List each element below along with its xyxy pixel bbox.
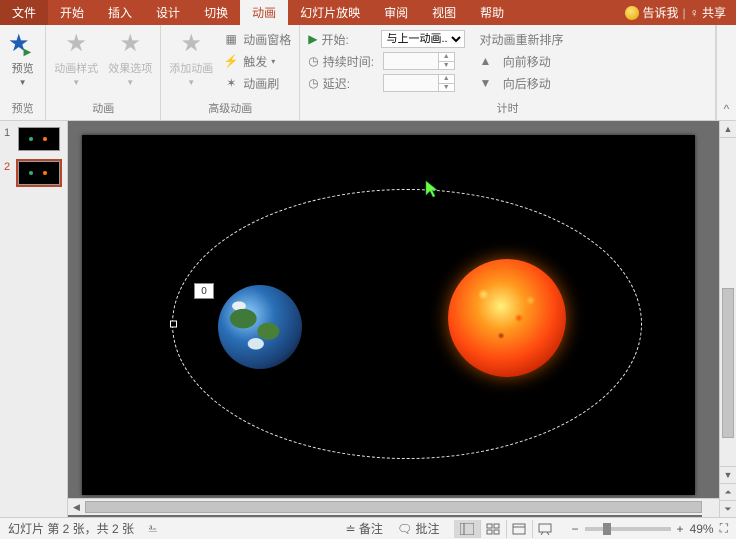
delay-spinner[interactable]: ▲▼ — [383, 74, 455, 92]
up-icon: ▲ — [479, 54, 491, 68]
group-advanced-label: 高级动画 — [208, 98, 252, 118]
effect-options-button[interactable]: ★ 效果选项 ▼ — [108, 29, 152, 87]
tab-home[interactable]: 开始 — [48, 0, 96, 25]
group-timing-label: 计时 — [497, 98, 519, 118]
play-icon: ▶ — [308, 32, 317, 46]
lightbulb-icon — [625, 6, 639, 20]
star-plus-icon: ★ — [180, 29, 202, 58]
slide-canvas[interactable]: 0 — [82, 135, 695, 495]
clock-icon: ◷ — [308, 76, 318, 90]
tab-slideshow[interactable]: 幻灯片放映 — [288, 0, 372, 25]
comments-button[interactable]: 🗨 批注 — [397, 520, 440, 537]
tab-transition[interactable]: 切换 — [192, 0, 240, 25]
star-icon: ★▶ — [8, 29, 37, 58]
tellme-input[interactable]: 告诉我 — [643, 4, 679, 21]
move-earlier-button[interactable]: ▲ 向前移动 — [479, 51, 563, 71]
next-slide-button[interactable]: ⏷ — [720, 500, 736, 517]
work-area: 1 2 0 ◀▶ ▲ ▼ ⏶ ⏷ — [0, 121, 736, 517]
animation-tag[interactable]: 0 — [194, 283, 214, 299]
star-icon: ★ — [119, 29, 141, 58]
tab-review[interactable]: 审阅 — [372, 0, 420, 25]
horizontal-scrollbar[interactable]: ◀▶ — [68, 498, 719, 515]
duration-spinner[interactable]: ▲▼ — [383, 52, 455, 70]
animation-painter-button[interactable]: ✶动画刷 — [223, 73, 291, 93]
zoom-in-button[interactable]: + — [677, 522, 684, 536]
tab-help[interactable]: 帮助 — [468, 0, 516, 25]
move-later-button[interactable]: ▼ 向后移动 — [479, 73, 563, 93]
chevron-down-icon: ▼ — [72, 78, 80, 87]
trigger-button[interactable]: ⚡触发 ▾ — [223, 51, 291, 71]
duration-label: 持续时间: — [323, 53, 379, 70]
down-icon: ▼ — [479, 76, 491, 90]
ribbon: ★▶ 预览 ▼ 预览 ★ 动画样式 ▼ ★ 效果选项 ▼ 动画 ★ 添加 — [0, 25, 736, 121]
chevron-down-icon: ▼ — [126, 78, 134, 87]
slide-canvas-wrap: 0 ◀▶ — [68, 121, 719, 517]
zoom-value[interactable]: 49% — [690, 522, 714, 536]
slide-position-label: 幻灯片 第 2 张，共 2 张 — [8, 520, 134, 537]
sun-image[interactable] — [448, 259, 566, 377]
thumbnail-panel: 1 2 — [0, 121, 68, 517]
notes-button[interactable]: ≐ 备注 — [346, 520, 383, 537]
tab-view[interactable]: 视图 — [420, 0, 468, 25]
start-label: 开始: — [321, 31, 377, 48]
tab-design[interactable]: 设计 — [144, 0, 192, 25]
clock-icon: ◷ — [308, 54, 318, 68]
view-slideshow-button[interactable] — [532, 520, 558, 538]
zoom-slider[interactable] — [585, 527, 671, 531]
tab-bar: 文件 开始 插入 设计 切换 动画 幻灯片放映 审阅 视图 帮助 告诉我 | ♀… — [0, 0, 736, 25]
bolt-icon: ⚡ — [223, 54, 239, 68]
add-animation-button[interactable]: ★ 添加动画 ▼ — [169, 29, 213, 87]
star-icon: ★ — [65, 29, 87, 58]
pane-icon: ▦ — [223, 32, 239, 46]
chevron-down-icon: ▼ — [19, 78, 27, 87]
tab-animation[interactable]: 动画 — [240, 0, 288, 25]
brush-icon: ✶ — [223, 76, 239, 90]
thumbnail-2[interactable]: 2 — [4, 161, 63, 185]
cursor-icon — [426, 181, 438, 197]
delay-label: 延迟: — [323, 75, 379, 92]
share-button[interactable]: ♀ 共享 — [690, 4, 726, 21]
group-animation-label: 动画 — [92, 98, 114, 118]
view-sorter-button[interactable] — [480, 520, 506, 538]
collapse-ribbon-button[interactable]: ^ — [716, 25, 736, 120]
animation-pane-button[interactable]: ▦动画窗格 — [223, 29, 291, 49]
view-reading-button[interactable] — [506, 520, 532, 538]
reorder-label: 对动画重新排序 — [479, 29, 563, 49]
chevron-down-icon: ▼ — [187, 78, 195, 87]
start-combobox[interactable]: 与上一动画... — [381, 30, 465, 48]
zoom-out-button[interactable]: − — [572, 522, 579, 536]
prev-slide-button[interactable]: ⏶ — [720, 483, 736, 500]
animation-styles-button[interactable]: ★ 动画样式 ▼ — [54, 29, 98, 87]
earth-image[interactable] — [218, 285, 302, 369]
fit-window-button[interactable]: ⛶ — [720, 521, 728, 536]
thumbnail-1[interactable]: 1 — [4, 127, 63, 151]
view-normal-button[interactable] — [454, 520, 480, 538]
preview-button[interactable]: ★▶ 预览 ▼ — [8, 29, 37, 87]
vertical-scrollbar[interactable]: ▲ ▼ ⏶ ⏷ — [719, 121, 736, 517]
group-preview-label: 预览 — [12, 98, 34, 118]
tab-file[interactable]: 文件 — [0, 0, 48, 25]
spellcheck-icon[interactable]: ⎁ — [148, 521, 158, 536]
status-bar: 幻灯片 第 2 张，共 2 张 ⎁ ≐ 备注 🗨 批注 − + 49% ⛶ — [0, 517, 736, 539]
tab-insert[interactable]: 插入 — [96, 0, 144, 25]
